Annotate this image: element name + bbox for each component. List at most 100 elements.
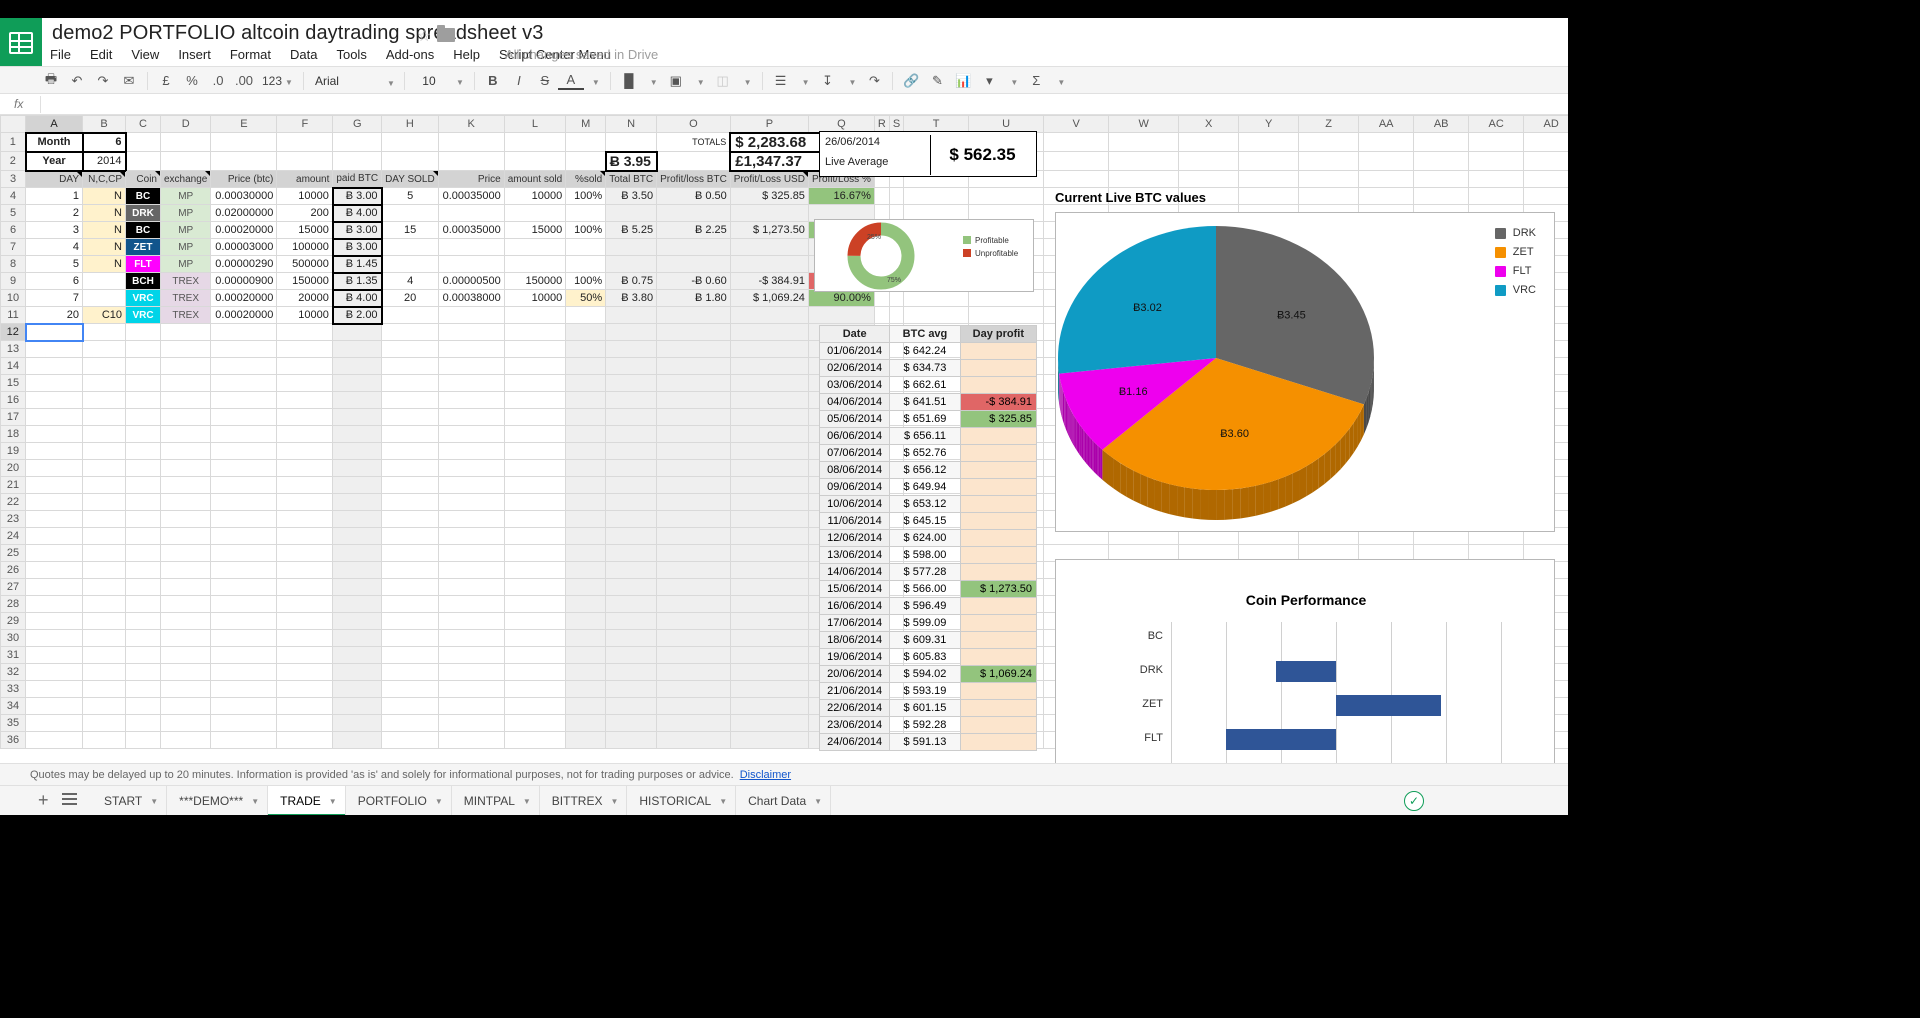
cell-pct-sold[interactable]: [566, 239, 606, 256]
cell-amount[interactable]: 10000: [277, 307, 333, 324]
cell-empty[interactable]: [161, 664, 211, 681]
cell-exchange[interactable]: MP: [161, 222, 211, 239]
menu-item-addons[interactable]: Add-ons: [386, 45, 434, 65]
cell-empty[interactable]: [161, 511, 211, 528]
cell-pct-sold[interactable]: 100%: [566, 188, 606, 205]
fill-color-icon[interactable]: █: [616, 67, 642, 94]
cell-empty[interactable]: [333, 375, 382, 392]
borders-caret[interactable]: ▼: [689, 74, 710, 88]
day-table-btc-avg[interactable]: $ 634.73: [890, 360, 960, 377]
cell-empty[interactable]: [277, 511, 333, 528]
day-table-header-day-profit[interactable]: Day profit: [960, 326, 1036, 343]
day-table-day-profit[interactable]: $ 0.00: [960, 428, 1036, 445]
cell-ncp[interactable]: N: [83, 256, 126, 273]
cell-empty[interactable]: [1179, 133, 1239, 152]
cell-empty[interactable]: [126, 460, 161, 477]
cell-sell-price[interactable]: [438, 205, 504, 222]
cell-empty[interactable]: [438, 664, 504, 681]
cell-empty[interactable]: [126, 375, 161, 392]
cell-empty[interactable]: [504, 426, 565, 443]
text-color-caret[interactable]: ▼: [584, 74, 605, 88]
cell-empty[interactable]: [504, 460, 565, 477]
cell-empty[interactable]: [566, 409, 606, 426]
cell-empty[interactable]: [606, 613, 657, 630]
cell-empty[interactable]: [566, 596, 606, 613]
row-header-15[interactable]: 15: [1, 375, 26, 392]
day-table-row[interactable]: 03/06/2014$ 662.61$ 0.00: [820, 377, 1037, 394]
cell-empty[interactable]: [504, 409, 565, 426]
chevron-down-icon[interactable]: ▼: [435, 797, 443, 806]
day-table-row[interactable]: 15/06/2014$ 566.00$ 1,273.50: [820, 581, 1037, 598]
cell-empty[interactable]: [566, 732, 606, 749]
cell-sell-price[interactable]: [438, 239, 504, 256]
cell-empty[interactable]: [83, 647, 126, 664]
cell-empty[interactable]: [126, 392, 161, 409]
cell-empty[interactable]: [26, 732, 83, 749]
cell-empty[interactable]: [277, 647, 333, 664]
cell-empty[interactable]: [83, 443, 126, 460]
cell-empty[interactable]: [504, 152, 565, 171]
day-table-row[interactable]: 02/06/2014$ 634.73$ 0.00: [820, 360, 1037, 377]
day-table-day-profit[interactable]: $ 0.00: [960, 700, 1036, 717]
cell-empty[interactable]: [504, 528, 565, 545]
cell-empty[interactable]: [730, 681, 808, 698]
cell-empty[interactable]: [566, 392, 606, 409]
cell-empty[interactable]: [730, 409, 808, 426]
sheet-tab-historical[interactable]: HISTORICAL▼: [627, 786, 736, 816]
cell-totals-btc[interactable]: Ƀ 3.95: [606, 152, 657, 171]
cell-amount-sold[interactable]: [504, 205, 565, 222]
day-table-day-profit[interactable]: $ 0.00: [960, 343, 1036, 360]
header-cell-13[interactable]: Profit/Loss USD: [730, 171, 808, 188]
cell-empty[interactable]: [874, 188, 889, 205]
cell-empty[interactable]: [382, 664, 439, 681]
chevron-down-icon[interactable]: ▼: [719, 797, 727, 806]
header-cell-8[interactable]: Price: [438, 171, 504, 188]
cell-price-btc[interactable]: 0.00020000: [211, 307, 277, 324]
cell-profit-loss-btc[interactable]: [657, 256, 731, 273]
cell-empty[interactable]: [277, 133, 333, 152]
header-cell-11[interactable]: Total BTC: [606, 171, 657, 188]
font-size-caret[interactable]: ▼: [448, 74, 469, 88]
cell-empty[interactable]: [126, 133, 161, 152]
cell-empty[interactable]: [161, 358, 211, 375]
cell-day[interactable]: 7: [26, 290, 83, 307]
cell-total-btc[interactable]: [606, 205, 657, 222]
cell-empty[interactable]: [333, 579, 382, 596]
cell-empty[interactable]: [566, 545, 606, 562]
day-table-day-profit[interactable]: $ 0.00: [960, 547, 1036, 564]
day-table-btc-avg[interactable]: $ 577.28: [890, 564, 960, 581]
cell-empty[interactable]: [333, 460, 382, 477]
menu-item-file[interactable]: File: [50, 45, 71, 65]
cell-empty[interactable]: [333, 324, 382, 341]
cell-empty[interactable]: [657, 392, 731, 409]
cell-ncp[interactable]: N: [83, 222, 126, 239]
row-header-6[interactable]: 6: [1, 222, 26, 239]
cell-empty[interactable]: [504, 562, 565, 579]
row-header-24[interactable]: 24: [1, 528, 26, 545]
cell-exchange[interactable]: TREX: [161, 307, 211, 324]
insert-comment-icon[interactable]: ✎: [924, 67, 950, 94]
cell-paid-btc[interactable]: Ƀ 4.00: [333, 205, 382, 222]
cell-empty[interactable]: [333, 426, 382, 443]
cell-coin[interactable]: BCH: [126, 273, 161, 290]
cell-price-btc[interactable]: 0.00000900: [211, 273, 277, 290]
cell-empty[interactable]: [504, 681, 565, 698]
menu-item-view[interactable]: View: [131, 45, 159, 65]
cell-empty[interactable]: [126, 528, 161, 545]
row-header-32[interactable]: 32: [1, 664, 26, 681]
day-table-row[interactable]: 08/06/2014$ 656.12$ 0.00: [820, 462, 1037, 479]
cell-profit-loss-usd[interactable]: [730, 256, 808, 273]
cell-pct-sold[interactable]: [566, 205, 606, 222]
cell-empty[interactable]: [438, 630, 504, 647]
row-header-1[interactable]: 1: [1, 133, 26, 152]
cell-empty[interactable]: [657, 545, 731, 562]
cell-empty[interactable]: [211, 732, 277, 749]
row-header-34[interactable]: 34: [1, 698, 26, 715]
cell-profit-loss-usd[interactable]: [730, 205, 808, 222]
cell-empty[interactable]: [126, 562, 161, 579]
merge-cells-icon[interactable]: ◫: [710, 67, 736, 94]
day-table-row[interactable]: 14/06/2014$ 577.28$ 0.00: [820, 564, 1037, 581]
cell-empty[interactable]: [438, 545, 504, 562]
page-title[interactable]: demo2 PORTFOLIO altcoin daytrading sprea…: [52, 22, 543, 45]
cell-empty[interactable]: [26, 460, 83, 477]
